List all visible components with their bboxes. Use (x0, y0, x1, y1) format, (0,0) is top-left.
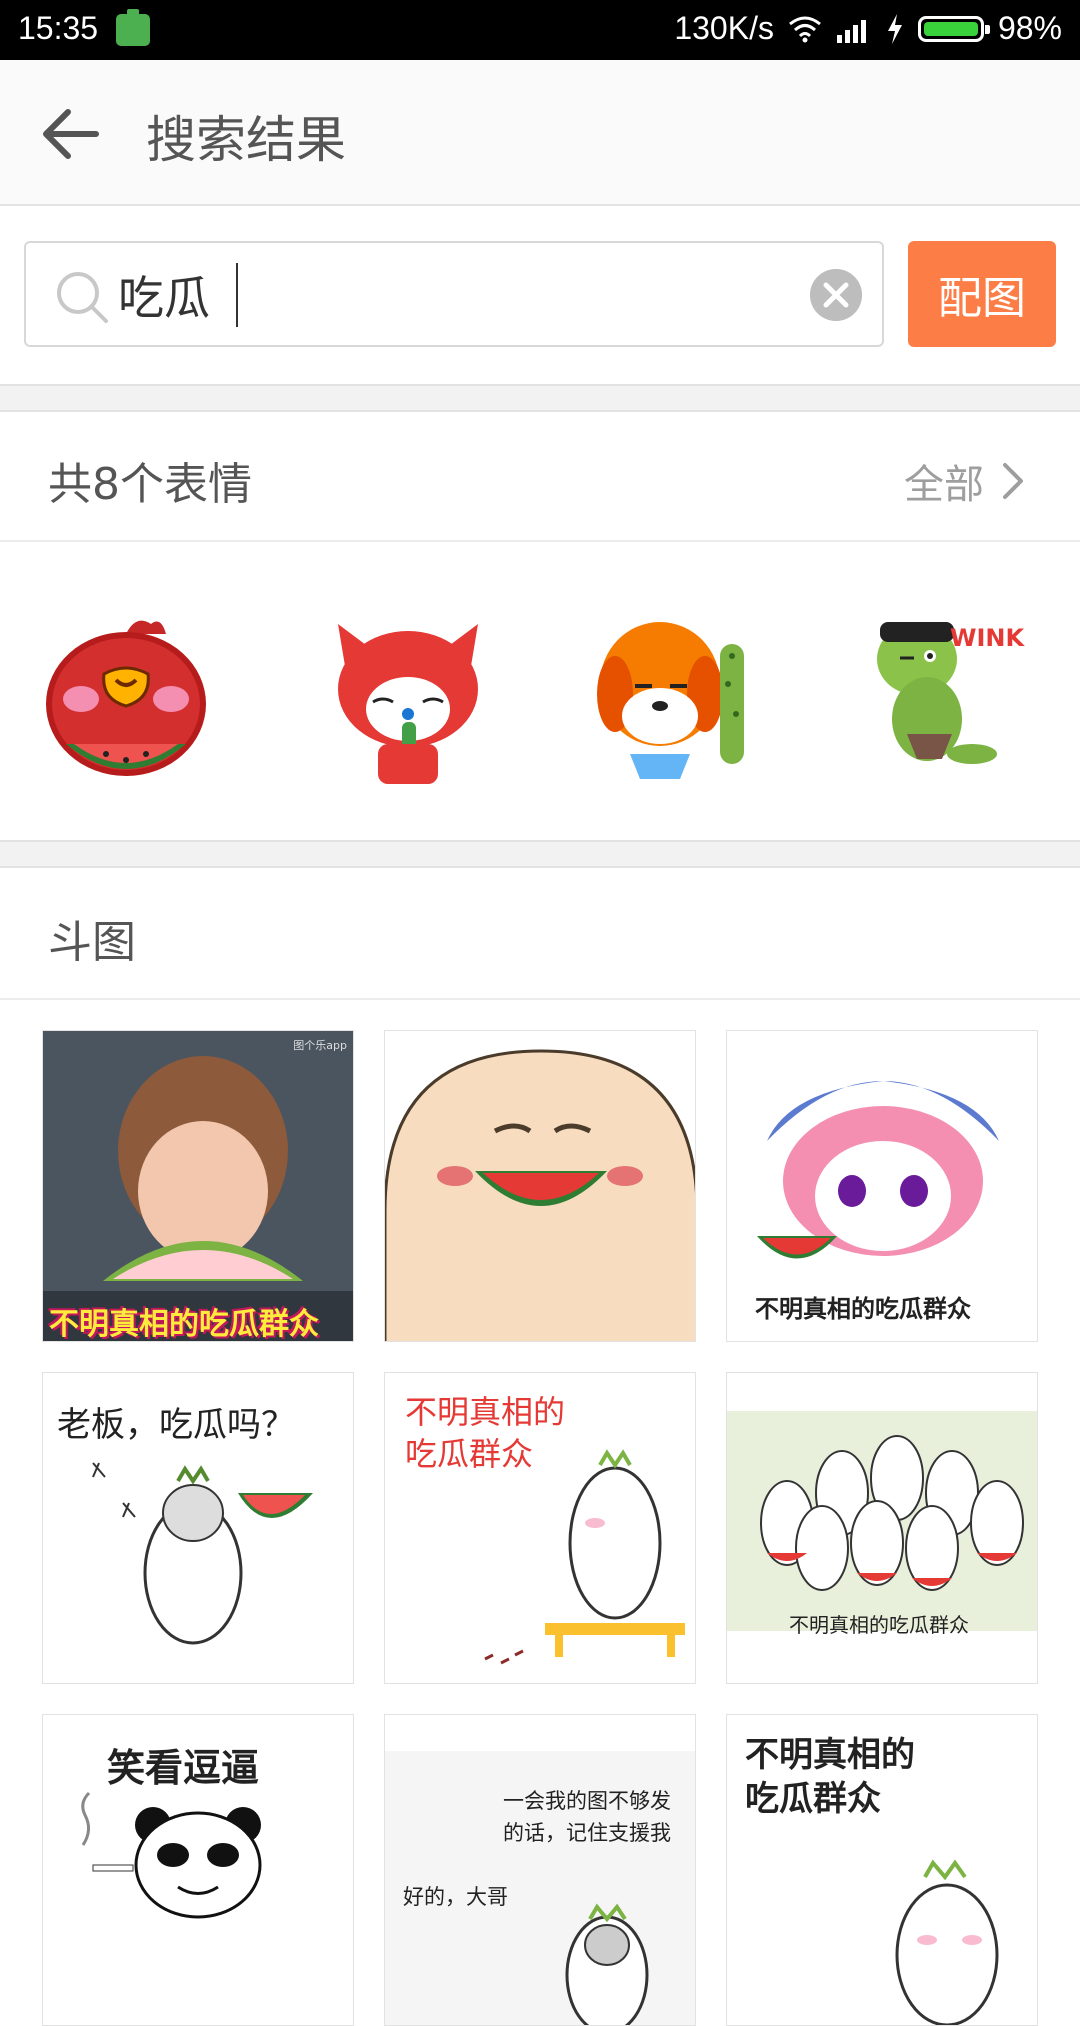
section-divider (0, 840, 1080, 868)
signal-icon (836, 19, 866, 43)
emoticon-strip: WINK (0, 546, 1080, 840)
see-all-label: 全部 (904, 462, 984, 508)
meme-girl-watermelon (43, 1031, 353, 1341)
battery-saver-icon (116, 9, 150, 46)
meme-tile[interactable]: 不明真相的吃瓜群众 (726, 1030, 1038, 1342)
meme-caption: 不明真相的吃瓜群众 (789, 1613, 969, 1637)
meme-egg-face (385, 1049, 695, 1341)
wifi-icon (789, 16, 821, 42)
meme-radish-crowd-2 (895, 1859, 999, 2025)
status-time: 15:35 (18, 10, 99, 46)
status-bar: 15:35 130K/s 98% (0, 0, 1080, 60)
chevron-right-icon (1003, 463, 1023, 499)
battery-icon (917, 15, 990, 42)
section-divider (0, 384, 1080, 412)
page-title: 搜索结果 (146, 111, 346, 169)
meme-tile[interactable]: 图个乐app 不明真相的吃瓜群众 (42, 1030, 354, 1342)
meme-tile[interactable]: 一会我的图不够发 的话，记住支援我 好的，大哥 (384, 1714, 696, 2026)
see-all-link[interactable]: 全部 (904, 452, 1024, 510)
search-input[interactable] (118, 259, 758, 331)
clear-icon[interactable] (810, 269, 862, 321)
meme-radish-boss (92, 1462, 313, 1645)
meme-caption: 不明真相的吃瓜群众 (755, 1295, 971, 1323)
meme-tile[interactable]: 老板，吃瓜吗？ (42, 1372, 354, 1684)
battery-percent: 98% (997, 10, 1062, 46)
arrow-left-icon[interactable] (38, 104, 102, 164)
meme-tile[interactable]: 不明真相的吃瓜群众 (726, 1372, 1038, 1684)
meme-radish-bench (484, 1449, 685, 1665)
meme-tile[interactable]: 不明真相的 吃瓜群众 (726, 1714, 1038, 2026)
search-box[interactable] (24, 241, 884, 347)
meme-watermark: 图个乐app (293, 1039, 347, 1052)
search-icon (57, 272, 108, 323)
meme-tile[interactable]: 笑看逗逼 (42, 1714, 354, 2026)
doutu-header: 斗图 (0, 868, 1080, 1000)
app-header: 搜索结果 (0, 60, 1080, 206)
emoticons-count: 共8个表情 (48, 459, 252, 510)
emoticon-red-fox[interactable] (318, 604, 498, 784)
net-speed: 130K/s (674, 10, 774, 46)
search-row: 配图 (0, 206, 1080, 384)
emoticon-red-bird[interactable] (36, 604, 216, 784)
meme-caption: 不明真相的吃瓜群众 (49, 1307, 319, 1342)
meme-panda-smoking (81, 1791, 262, 1919)
emoticons-header: 共8个表情 全部 (0, 412, 1080, 542)
charging-icon (887, 13, 902, 44)
text-cursor (236, 263, 238, 327)
match-image-button[interactable]: 配图 (908, 241, 1056, 347)
meme-tile[interactable]: 不明真相的 吃瓜群众 (384, 1372, 696, 1684)
emoticon-orange-dog[interactable] (590, 604, 770, 784)
wink-text: WINK (950, 624, 1025, 652)
emoticon-green-ogre[interactable]: WINK (862, 604, 1042, 784)
meme-tile[interactable] (384, 1030, 696, 1342)
meme-radish-support (565, 1903, 649, 2025)
doutu-title: 斗图 (48, 917, 136, 968)
